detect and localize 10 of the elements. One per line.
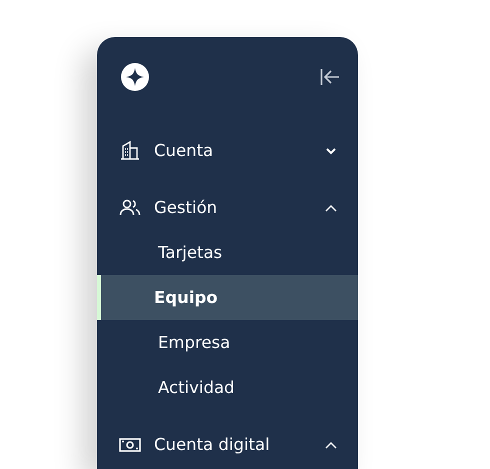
nav-item[interactable]: Tarjetas bbox=[97, 230, 358, 275]
collapse-icon[interactable] bbox=[320, 68, 340, 86]
nav-section[interactable]: Gestión bbox=[97, 185, 358, 230]
nav-item[interactable]: Actividad bbox=[97, 365, 358, 410]
nav-item[interactable]: Empresa bbox=[97, 320, 358, 365]
nav-item[interactable]: Equipo bbox=[97, 275, 358, 320]
building-icon bbox=[119, 140, 141, 162]
nav-section[interactable]: Cuenta digital bbox=[97, 422, 358, 467]
nav-section[interactable]: Cuenta bbox=[97, 128, 358, 173]
logo-icon[interactable] bbox=[121, 62, 149, 90]
